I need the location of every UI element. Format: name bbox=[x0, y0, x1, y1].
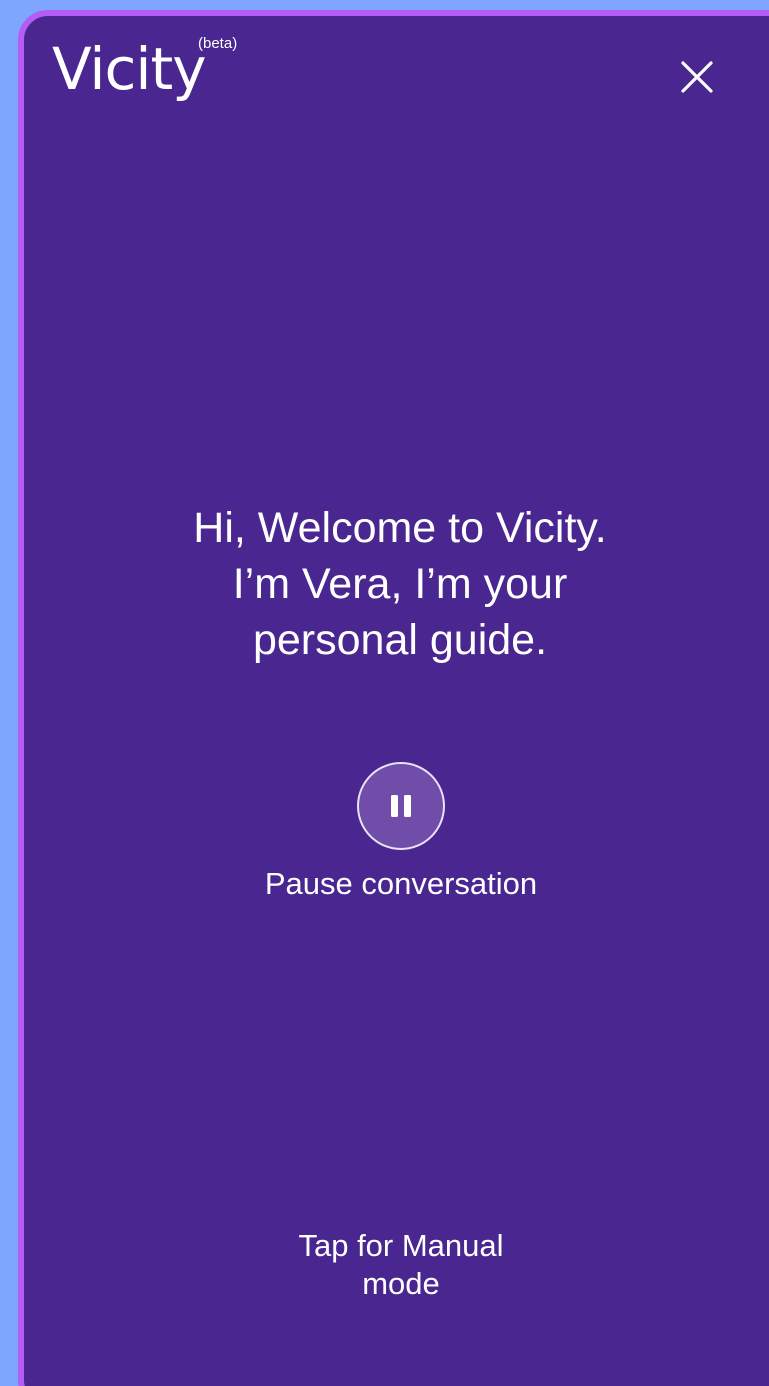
vicity-logo: Vicity (beta) bbox=[52, 35, 237, 103]
logo-text: Vicity bbox=[52, 35, 207, 103]
beta-badge: (beta) bbox=[198, 35, 238, 52]
assistant-panel bbox=[18, 10, 769, 1386]
pause-control bbox=[357, 762, 445, 850]
pause-conversation-label: Pause conversation bbox=[264, 866, 538, 901]
welcome-message: Hi, Welcome to Vicity. I’m Vera, I’m you… bbox=[150, 500, 650, 668]
manual-mode-link[interactable]: Tap for Manual mode bbox=[255, 1227, 547, 1303]
close-icon bbox=[681, 61, 713, 93]
manual-mode-label-line-1: Tap for Manual bbox=[298, 1228, 504, 1263]
manual-mode-label-line-2: mode bbox=[362, 1266, 440, 1301]
app-screen: Vicity (beta) Hi, Welcome to Vicity. I’m… bbox=[0, 0, 769, 1386]
close-button[interactable] bbox=[670, 50, 724, 104]
welcome-line-1: Hi, Welcome to Vicity. bbox=[193, 504, 607, 552]
background-strip bbox=[0, 0, 19, 1386]
welcome-line-3: personal guide. bbox=[252, 616, 548, 664]
pause-icon bbox=[391, 795, 411, 817]
pause-conversation-button[interactable] bbox=[357, 762, 445, 850]
welcome-line-2: I’m Vera, I’m your bbox=[232, 560, 568, 608]
